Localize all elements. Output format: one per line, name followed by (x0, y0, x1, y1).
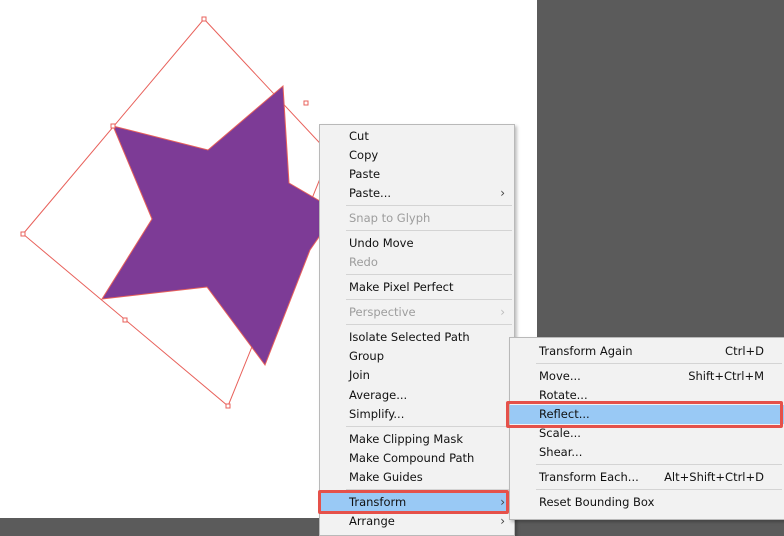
menu-item-cut[interactable]: Cut (320, 127, 514, 146)
handle-left[interactable] (20, 231, 26, 237)
menu-item-redo: Redo (320, 253, 514, 272)
menu-item-perspective: Perspective › (320, 303, 514, 322)
chevron-right-icon: › (500, 514, 505, 528)
menu-separator (346, 274, 512, 275)
menu-item-label: Arrange (349, 514, 395, 528)
chevron-right-icon: › (500, 305, 505, 319)
menu-item-label: Undo Move (349, 236, 414, 250)
shortcut-text: Shift+Ctrl+M (688, 369, 764, 383)
menu-item-snap-to-glyph: Snap to Glyph (320, 209, 514, 228)
menu-item-label: Isolate Selected Path (349, 330, 470, 344)
shortcut-text: Ctrl+D (725, 344, 764, 358)
submenu-item-label: Reflect... (539, 407, 590, 421)
submenu-item-transform-again[interactable]: Transform Again Ctrl+D (510, 342, 784, 361)
submenu-item-reset-bounding-box[interactable]: Reset Bounding Box (510, 493, 784, 512)
submenu-item-label: Scale... (539, 426, 581, 440)
menu-item-isolate-selected-path[interactable]: Isolate Selected Path (320, 328, 514, 347)
menu-item-label: Snap to Glyph (349, 211, 431, 225)
menu-item-label: Make Guides (349, 470, 423, 484)
menu-item-join[interactable]: Join (320, 366, 514, 385)
menu-item-label: Transform (349, 495, 407, 509)
menu-separator (346, 324, 512, 325)
submenu-item-label: Move... (539, 369, 581, 383)
chevron-right-icon: › (500, 495, 505, 509)
menu-item-arrange[interactable]: Arrange › (320, 512, 514, 531)
submenu-item-rotate[interactable]: Rotate... (510, 386, 784, 405)
menu-separator (346, 205, 512, 206)
menu-item-group[interactable]: Group (320, 347, 514, 366)
menu-separator (346, 299, 512, 300)
menu-separator (536, 489, 782, 490)
menu-item-label: Perspective (349, 305, 416, 319)
menu-item-label: Redo (349, 255, 378, 269)
menu-item-label: Copy (349, 148, 379, 162)
menu-item-make-clipping-mask[interactable]: Make Clipping Mask (320, 430, 514, 449)
menu-separator (346, 426, 512, 427)
handle-top[interactable] (201, 16, 207, 22)
menu-item-paste[interactable]: Paste (320, 165, 514, 184)
submenu-item-move[interactable]: Move... Shift+Ctrl+M (510, 367, 784, 386)
menu-item-label: Make Pixel Perfect (349, 280, 454, 294)
handle-top-right[interactable] (303, 100, 309, 106)
menu-item-label: Paste... (349, 186, 392, 200)
transform-submenu: Transform Again Ctrl+D Move... Shift+Ctrl+… (509, 337, 784, 520)
menu-item-label: Paste (349, 167, 381, 181)
menu-separator (536, 464, 782, 465)
menu-separator (536, 363, 782, 364)
submenu-item-scale[interactable]: Scale... (510, 424, 784, 443)
handle-lower-left[interactable] (122, 317, 128, 323)
menu-item-make-guides[interactable]: Make Guides (320, 468, 514, 487)
menu-item-label: Group (349, 349, 385, 363)
menu-item-make-pixel-perfect[interactable]: Make Pixel Perfect (320, 278, 514, 297)
submenu-item-label: Transform Again (539, 344, 633, 358)
submenu-item-label: Rotate... (539, 388, 588, 402)
menu-separator (346, 230, 512, 231)
menu-item-make-compound-path[interactable]: Make Compound Path (320, 449, 514, 468)
submenu-item-shear[interactable]: Shear... (510, 443, 784, 462)
menu-item-undo-move[interactable]: Undo Move (320, 234, 514, 253)
menu-item-label: Simplify... (349, 407, 405, 421)
menu-item-copy[interactable]: Copy (320, 146, 514, 165)
handle-upper-left[interactable] (110, 123, 116, 129)
menu-item-label: Average... (349, 388, 408, 402)
menu-separator (346, 489, 512, 490)
menu-item-label: Make Compound Path (349, 451, 475, 465)
submenu-item-label: Reset Bounding Box (539, 495, 655, 509)
menu-item-label: Make Clipping Mask (349, 432, 464, 446)
menu-item-simplify[interactable]: Simplify... (320, 405, 514, 424)
shortcut-text: Alt+Shift+Ctrl+D (664, 470, 764, 484)
handle-bottom[interactable] (225, 403, 231, 409)
submenu-item-label: Shear... (539, 445, 583, 459)
menu-item-average[interactable]: Average... (320, 386, 514, 405)
chevron-right-icon: › (500, 186, 505, 200)
submenu-item-transform-each[interactable]: Transform Each... Alt+Shift+Ctrl+D (510, 468, 784, 487)
menu-item-label: Join (349, 368, 370, 382)
context-menu: Cut Copy Paste Paste... › Snap to Glyph U… (319, 124, 515, 536)
menu-item-label: Cut (349, 129, 369, 143)
menu-item-paste-submenu[interactable]: Paste... › (320, 184, 514, 203)
submenu-item-reflect[interactable]: Reflect... (510, 405, 784, 424)
menu-item-transform[interactable]: Transform › (320, 493, 514, 512)
star-shape[interactable] (101, 84, 338, 367)
submenu-item-label: Transform Each... (539, 470, 639, 484)
